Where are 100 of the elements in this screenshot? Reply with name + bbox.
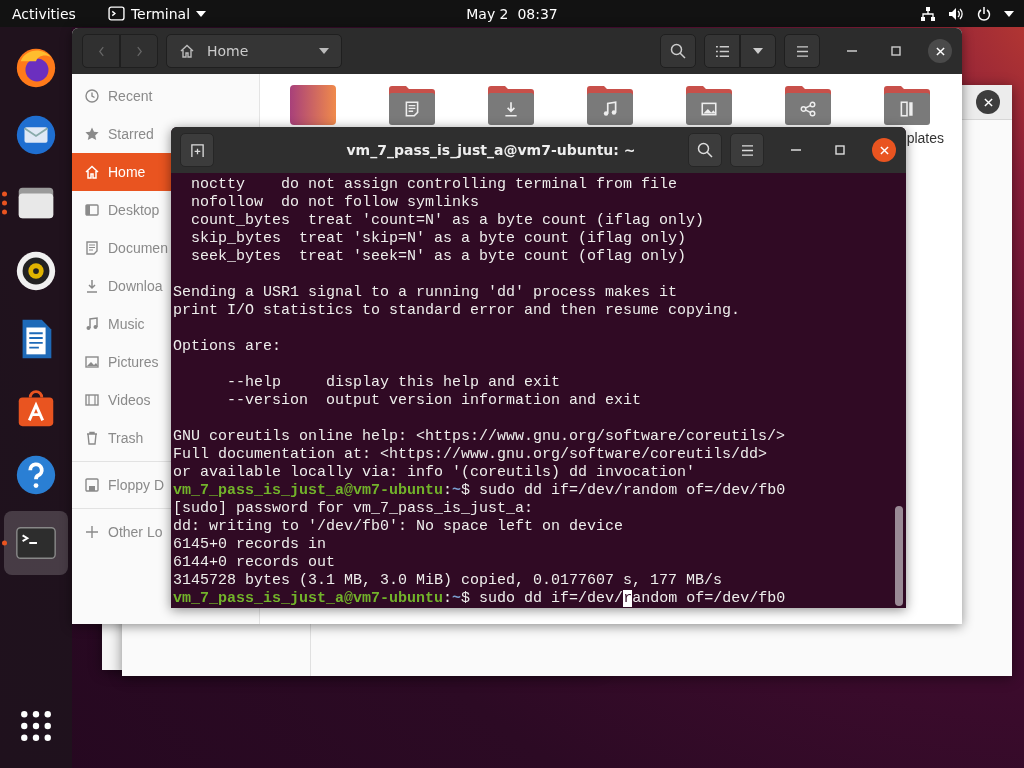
new-tab-icon bbox=[189, 142, 205, 158]
running-indicator bbox=[2, 191, 7, 215]
caret-icon[interactable] bbox=[1004, 10, 1014, 17]
terminal-line: 6145+0 records in bbox=[173, 536, 328, 554]
terminal-line: or available locally via: info '(coreutils) dd invocation' bbox=[173, 464, 697, 482]
trash-icon bbox=[84, 430, 100, 446]
sidebar-item[interactable]: Desktop bbox=[72, 191, 171, 229]
sidebar-item[interactable]: Downloa bbox=[72, 267, 171, 305]
text-cursor: r bbox=[623, 590, 633, 607]
search-icon bbox=[670, 43, 686, 59]
grid-icon bbox=[20, 710, 52, 742]
prompt-separator: : bbox=[443, 590, 453, 607]
prompt-separator: : bbox=[443, 482, 453, 499]
sidebar-item[interactable]: Documen bbox=[72, 229, 171, 267]
folder-icon[interactable] bbox=[883, 85, 930, 125]
prompt-symbol: $ bbox=[461, 482, 471, 499]
menu-button[interactable] bbox=[730, 133, 764, 167]
close-icon bbox=[879, 145, 889, 155]
chevron-left-icon bbox=[97, 45, 105, 57]
app-menu[interactable]: Terminal bbox=[95, 0, 219, 27]
caret-icon bbox=[753, 48, 763, 54]
terminal-line: Options are: bbox=[173, 338, 283, 356]
close-button[interactable] bbox=[928, 39, 952, 63]
terminal-line: Sending a USR1 signal to a running 'dd' process makes it bbox=[173, 284, 679, 302]
terminal-line: GNU coreutils online help: <https://www.gnu.org/software/coreutils/> bbox=[173, 428, 787, 446]
sidebar-item[interactable]: Pictures bbox=[72, 343, 171, 381]
folder-icon[interactable] bbox=[685, 85, 732, 125]
home-icon bbox=[84, 164, 100, 180]
terminal-line: 6144+0 records out bbox=[173, 554, 337, 572]
list-icon bbox=[714, 44, 730, 58]
sidebar-item[interactable]: Trash bbox=[72, 419, 171, 457]
terminal-line: skip_bytes treat 'skip=N' as a byte count (iflag only) bbox=[190, 230, 688, 248]
folder-icon[interactable] bbox=[784, 85, 831, 125]
floppy-icon bbox=[84, 477, 100, 493]
search-button[interactable] bbox=[688, 133, 722, 167]
film-icon bbox=[84, 392, 100, 408]
terminal-line: [sudo] password for vm_7_pass_is_just_a: bbox=[173, 500, 535, 518]
command-text: sudo dd if=/dev/random of=/dev/fb0 bbox=[478, 590, 786, 607]
desktop-icon bbox=[84, 202, 100, 218]
caret-icon bbox=[196, 10, 207, 17]
plus-icon bbox=[84, 524, 100, 540]
sidebar-item[interactable]: Recent bbox=[72, 77, 171, 115]
sidebar-item[interactable]: Home bbox=[72, 153, 171, 191]
list-view-button[interactable] bbox=[704, 34, 740, 68]
search-button[interactable] bbox=[660, 34, 696, 68]
folder-icon[interactable] bbox=[487, 85, 534, 125]
prompt-user: vm_7_pass_is_just_a@vm7-ubuntu bbox=[173, 482, 444, 499]
minimize-icon bbox=[791, 149, 801, 151]
caret-icon bbox=[319, 48, 329, 54]
star-icon bbox=[84, 126, 100, 142]
terminal-line: 3145728 bytes (3.1 MB, 3.0 MiB) copied, 0.0177607 s, 177 MB/s bbox=[173, 572, 724, 590]
chevron-right-icon bbox=[135, 45, 143, 57]
search-icon bbox=[697, 142, 713, 158]
terminal-line: dd: writing to '/dev/fb0': No space left on device bbox=[173, 518, 625, 536]
menu-icon bbox=[740, 144, 754, 156]
terminal-line: seek_bytes treat 'seek=N' as a byte count (oflag only) bbox=[190, 248, 688, 266]
path-bar[interactable]: Home bbox=[166, 34, 342, 68]
view-options-button[interactable] bbox=[740, 34, 776, 68]
sidebar-item[interactable]: Floppy D bbox=[72, 466, 171, 504]
folder-label[interactable]: plates bbox=[906, 130, 956, 146]
new-tab-button[interactable] bbox=[180, 133, 214, 167]
scrollbar-thumb[interactable] bbox=[895, 506, 903, 606]
folder-icon[interactable] bbox=[388, 85, 435, 125]
prompt-path: ~ bbox=[452, 482, 462, 499]
sidebar-item[interactable]: Music bbox=[72, 305, 171, 343]
terminal-line: Full documentation at: <https://www.gnu.org/software/coreutils/dd> bbox=[173, 446, 769, 464]
prompt-symbol: $ bbox=[461, 590, 471, 607]
sidebar-item[interactable]: Other Lo bbox=[72, 513, 171, 551]
close-icon bbox=[935, 46, 945, 56]
sidebar-item[interactable]: Videos bbox=[72, 381, 171, 419]
command-text: sudo dd if=/dev/random of=/dev/fb0 bbox=[478, 482, 786, 499]
close-button[interactable] bbox=[976, 90, 1000, 114]
network-icon[interactable] bbox=[920, 5, 936, 22]
minimize-icon bbox=[847, 50, 857, 52]
clock-icon bbox=[84, 88, 100, 104]
close-button[interactable] bbox=[872, 138, 896, 162]
sidebar-item[interactable]: Starred bbox=[72, 115, 171, 153]
terminal-line: print I/O statistics to standard error and then resume copying. bbox=[173, 302, 742, 320]
power-icon[interactable] bbox=[976, 5, 992, 22]
menu-icon bbox=[795, 45, 809, 57]
terminal-line: --version output version information and exit bbox=[226, 392, 643, 410]
maximize-icon bbox=[835, 145, 845, 155]
home-icon bbox=[179, 43, 195, 59]
picture-icon bbox=[84, 354, 100, 370]
music-icon bbox=[84, 316, 100, 332]
terminal-line: --help display this help and exit bbox=[226, 374, 562, 392]
prompt-path: ~ bbox=[452, 590, 462, 607]
terminal-icon bbox=[107, 6, 125, 21]
maximize-icon bbox=[891, 46, 901, 56]
document-icon bbox=[84, 240, 100, 256]
menu-button[interactable] bbox=[784, 34, 820, 68]
activities-button[interactable]: Activities bbox=[0, 0, 88, 27]
terminal-line: noctty do not assign controlling terminal from file bbox=[190, 176, 679, 194]
clock[interactable]: May 2 08:37 bbox=[454, 0, 570, 27]
folder-icon[interactable] bbox=[586, 85, 633, 125]
folder-icon[interactable] bbox=[289, 85, 336, 125]
prompt-user: vm_7_pass_is_just_a@vm7-ubuntu bbox=[173, 590, 444, 607]
close-icon bbox=[983, 97, 993, 107]
terminal-line: count_bytes treat 'count=N' as a byte count (iflag only) bbox=[190, 212, 706, 230]
window-title: vm_7_pass_is_just_a@vm7-ubuntu: ~ bbox=[345, 142, 637, 158]
